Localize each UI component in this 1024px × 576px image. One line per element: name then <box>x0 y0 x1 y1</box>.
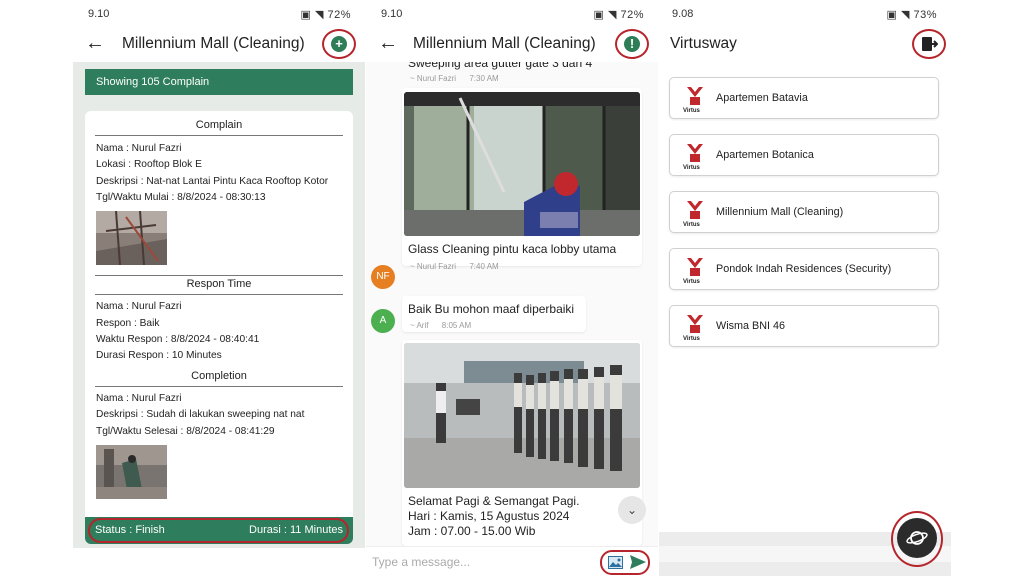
site-label: Millennium Mall (Cleaning) <box>716 206 844 218</box>
planet-icon <box>906 527 928 554</box>
avatar[interactable]: A <box>371 309 395 333</box>
respon-heading: Respon Time <box>186 278 252 290</box>
virtus-logo: Virtus <box>683 199 707 228</box>
complain-lokasi: Lokasi : Rooftop Blok E <box>96 159 202 170</box>
sender-name: ~ Arif <box>410 321 429 330</box>
completion-heading: Completion <box>191 370 247 382</box>
complaint-screen: 9.10 ▣ ◥ 72% ← Millennium Mall (Cleaning… <box>73 0 365 576</box>
message-photo[interactable] <box>404 343 640 488</box>
status-bar: 9.08 ▣ ◥ 73% <box>659 0 951 26</box>
status-time: 9.10 <box>381 8 403 20</box>
status-indicators: ▣ ◥ 72% <box>300 9 351 21</box>
complaint-photo[interactable] <box>96 211 167 265</box>
complain-heading: Complain <box>195 119 243 131</box>
completion-waktu: Tgl/Waktu Selesai : 8/8/2024 - 08:41:29 <box>96 426 275 437</box>
site-item-apartemen-batavia[interactable]: Virtus Apartemen Batavia <box>669 77 939 119</box>
duration-text: Durasi : 11 Minutes <box>249 524 343 536</box>
respon-durasi: Durasi Respon : 10 Minutes <box>96 350 222 361</box>
exclamation-circle-icon: ! <box>624 36 640 52</box>
respon-nama: Nama : Nurul Fazri <box>96 301 182 312</box>
site-item-wisma-bni[interactable]: Virtus Wisma BNI 46 <box>669 305 939 347</box>
message-time: 8:05 AM <box>441 321 472 330</box>
arrow-left-icon[interactable]: ← <box>378 32 398 54</box>
page-title: Virtusway <box>670 35 737 52</box>
complaint-card[interactable]: Complain Nama : Nurul Fazri Lokasi : Roo… <box>85 111 353 544</box>
svg-text:Virtus: Virtus <box>683 165 701 170</box>
message-text: Baik Bu mohon maaf diperbaiki <box>408 302 575 316</box>
add-complaint-button[interactable]: + <box>322 29 356 59</box>
app-bar: ← Millennium Mall (Cleaning) + <box>73 26 365 62</box>
site-label: Pondok Indah Residences (Security) <box>716 263 892 275</box>
divider <box>95 294 343 295</box>
site-item-apartemen-botanica[interactable]: Virtus Apartemen Botanica <box>669 134 939 176</box>
virtus-logo: Virtus <box>683 313 707 342</box>
message-time: 7:40 AM <box>469 262 499 271</box>
status-indicators: ▣ ◥ 73% <box>886 9 937 21</box>
page-title: Millennium Mall (Cleaning) <box>413 35 596 52</box>
message-sender: ~ Arif 8:05 AM <box>410 321 471 330</box>
completion-photo[interactable] <box>96 445 167 499</box>
svg-text:Virtus: Virtus <box>683 279 701 284</box>
divider <box>95 135 343 136</box>
site-label: Wisma BNI 46 <box>716 320 785 332</box>
avatar[interactable]: NF <box>371 265 395 289</box>
site-item-millennium-mall[interactable]: Virtus Millennium Mall (Cleaning) <box>669 191 939 233</box>
chevron-down-icon[interactable]: ⌄ <box>618 496 646 524</box>
site-label: Apartemen Botanica <box>716 149 814 161</box>
respon-waktu: Waktu Respon : 8/8/2024 - 08:40:41 <box>96 334 260 345</box>
battery-level: 72% <box>620 9 644 21</box>
status-text: Status : Finish <box>95 524 165 536</box>
complain-nama: Nama : Nurul Fazri <box>96 143 182 154</box>
sender-name: ~ Nurul Fazri <box>410 262 457 271</box>
svg-text:Virtus: Virtus <box>683 222 701 227</box>
divider <box>95 386 343 387</box>
status-footer: Status : Finish Durasi : 11 Minutes <box>85 517 353 544</box>
virtus-logo: Virtus <box>683 256 707 285</box>
message-text: Glass Cleaning pintu kaca lobby utama <box>408 242 617 256</box>
message-composer: Type a message... <box>366 546 658 576</box>
site-item-pondok-indah[interactable]: Virtus Pondok Indah Residences (Security… <box>669 248 939 290</box>
respon-status: Respon : Baik <box>96 318 160 329</box>
message-text: Selamat Pagi & Semangat Pagi. <box>408 494 580 508</box>
complaint-count-banner: Showing 105 Complain <box>85 69 353 95</box>
arrow-left-icon[interactable]: ← <box>85 32 105 54</box>
plus-circle-icon: + <box>331 36 347 52</box>
message-text: Hari : Kamis, 15 Agustus 2024 <box>408 509 570 523</box>
complain-deskripsi: Deskripsi : Nat-nat Lantai Pintu Kaca Ro… <box>96 176 329 187</box>
message-sender: ~ Nurul Fazri 7:30 AM <box>410 74 499 83</box>
alert-button[interactable]: ! <box>615 29 649 59</box>
chat-screen: 9.10 ▣ ◥ 72% Sweeping area gutter gate 3… <box>366 0 658 576</box>
battery-level: 72% <box>327 9 351 21</box>
logout-button[interactable] <box>912 29 946 59</box>
site-label: Apartemen Batavia <box>716 92 808 104</box>
message-input[interactable]: Type a message... <box>372 555 470 569</box>
battery-level: 73% <box>913 9 937 21</box>
image-icon[interactable] <box>608 556 623 574</box>
status-bar: 9.10 ▣ ◥ 72% <box>73 0 365 26</box>
status-time: 9.10 <box>88 8 110 20</box>
sender-name: ~ Nurul Fazri <box>410 74 457 83</box>
status-indicators: ▣ ◥ 72% <box>593 9 644 21</box>
virtus-logo: Virtus <box>683 85 707 114</box>
site-list-screen: 9.08 ▣ ◥ 73% Virtusway Virtus Apartemen … <box>659 0 951 576</box>
app-bar: ← Millennium Mall (Cleaning) ! <box>366 26 658 62</box>
status-bar: 9.10 ▣ ◥ 72% <box>366 0 658 26</box>
message-text: Jam : 07.00 - 15.00 Wib <box>408 524 536 538</box>
virtus-logo: Virtus <box>683 142 707 171</box>
completion-nama: Nama : Nurul Fazri <box>96 393 182 404</box>
divider <box>95 275 343 276</box>
complain-waktu: Tgl/Waktu Mulai : 8/8/2024 - 08:30:13 <box>96 192 266 203</box>
message-sender: ~ Nurul Fazri 7:40 AM <box>410 262 499 271</box>
svg-text:Virtus: Virtus <box>683 108 701 113</box>
explore-fab-button[interactable] <box>897 518 937 558</box>
completion-deskripsi: Deskripsi : Sudah di lakukan sweeping na… <box>96 409 305 420</box>
message-photo[interactable] <box>404 92 640 236</box>
app-bar: Virtusway <box>659 26 951 62</box>
logout-icon <box>922 36 939 57</box>
page-title: Millennium Mall (Cleaning) <box>122 35 305 52</box>
status-time: 9.08 <box>672 8 694 20</box>
message-time: 7:30 AM <box>469 74 499 83</box>
svg-text:Virtus: Virtus <box>683 336 701 341</box>
send-icon[interactable] <box>630 555 646 574</box>
